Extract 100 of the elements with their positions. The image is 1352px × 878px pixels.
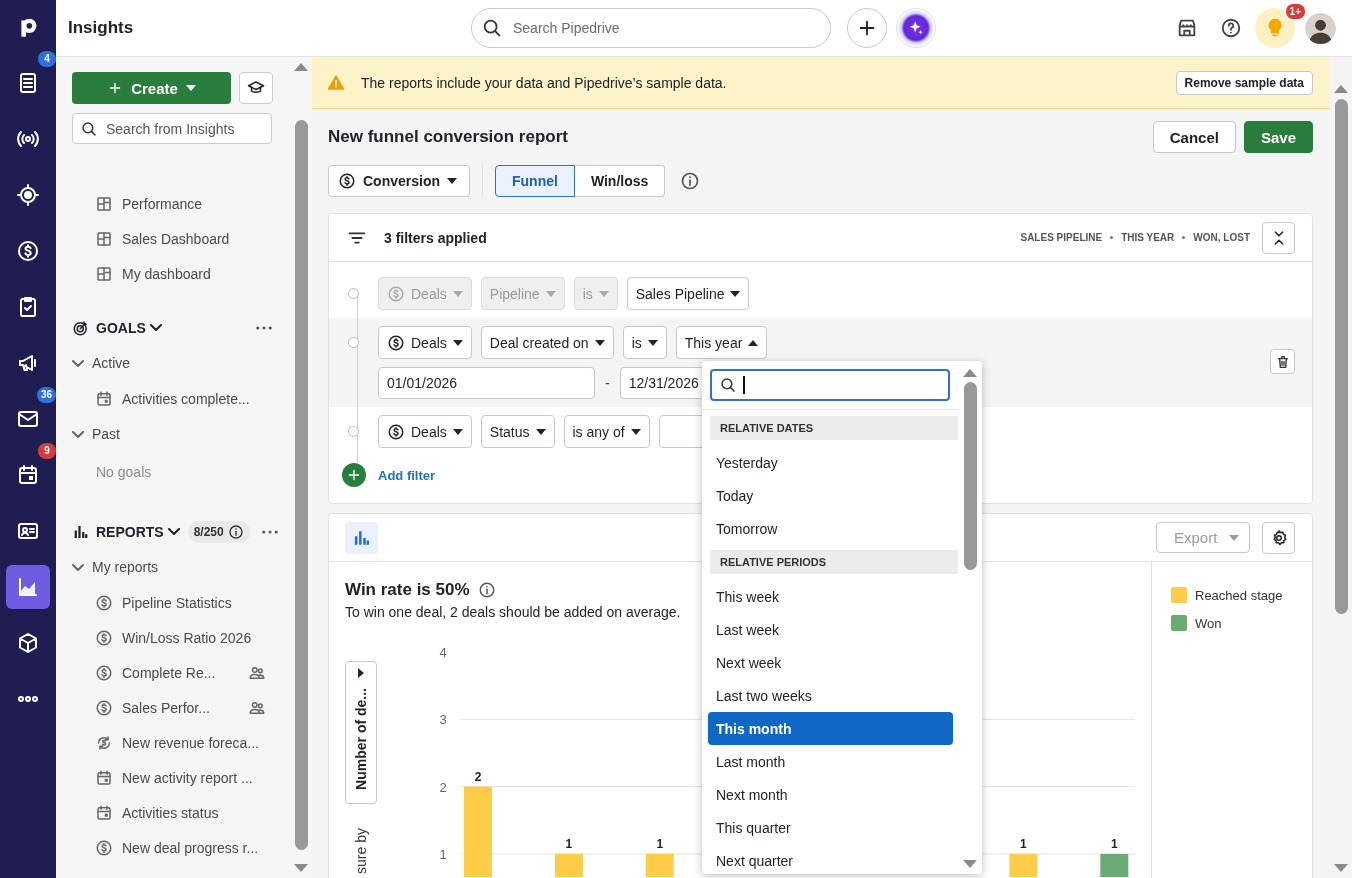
caret-icon [452,428,463,435]
timeline-node [348,288,359,299]
dollar-icon [387,422,405,441]
count-text: 8/250 [193,524,224,539]
measure-button[interactable]: Number of de... [345,661,377,804]
dropdown-select[interactable]: Deals [378,415,472,448]
scrollbar-thumb[interactable] [963,382,977,570]
delete-button[interactable] [1270,349,1295,374]
add-filter-link[interactable]: Add filter [378,467,436,483]
caret-icon [185,85,196,91]
crosshair-icon [16,183,40,207]
section-header: RELATIVE PERIODS [710,550,958,574]
cancel-button[interactable]: Cancel [1152,121,1236,153]
group-toggle[interactable]: Past [72,416,120,452]
profile-button[interactable] [1305,12,1336,44]
chevron-icon [72,359,84,367]
sidebar-item[interactable]: New revenue foreca... [72,725,274,760]
axis-tick: 2 [439,779,447,795]
empty-text: No goals [95,463,153,482]
date-field[interactable]: 01/01/2026 [378,367,595,399]
chart-icon [16,575,40,599]
nav-item[interactable] [6,565,50,609]
learn-button[interactable] [239,72,273,104]
sidebar-item[interactable]: Performance [72,186,274,221]
dropdown-select[interactable]: Sales Pipeline [626,277,750,310]
sidebar-item[interactable]: Sales Perfor... [72,690,274,725]
chevron-icon [72,563,84,571]
scrollbar-thumb[interactable] [294,120,308,850]
dollar-icon [338,172,356,190]
scroll-down-arrow[interactable] [1334,864,1348,872]
sidebar-item[interactable]: Win/Loss Ratio 2026 [72,620,274,655]
settings-button[interactable] [1262,521,1295,554]
info-icon [227,523,244,540]
report-type-select[interactable]: Conversion [328,165,470,197]
more-button[interactable] [256,325,272,330]
dropdown-option[interactable]: Today [708,479,953,512]
view-tab[interactable]: Win/loss [574,165,666,197]
notification-badge: 1+ [1283,2,1307,21]
search-field[interactable] [710,369,950,401]
collapse-button[interactable] [1262,221,1295,254]
scroll-down-arrow[interactable] [963,860,977,868]
caret-icon [748,339,759,346]
banner-text: The reports include your data and Pipedrive’s sample data. [361,74,727,91]
dashboard-icon [95,194,113,213]
dropdown-option[interactable]: This week [708,580,953,613]
sidebar-item[interactable]: Complete Re... [72,655,274,690]
search-icon [481,17,503,39]
sidebar-item[interactable]: My dashboard [72,256,274,291]
dropdown-option[interactable]: Last week [708,613,953,646]
data-label: 1 [656,836,664,851]
count-badge: 36 [36,387,56,403]
dropdown-select[interactable]: is any of [563,415,650,448]
timeline-node [348,426,359,437]
caret-icon [447,178,457,184]
section-toggle[interactable]: GOALS [96,319,162,336]
sidebar-item[interactable]: Sales Dashboard [72,221,274,256]
dropdown-option[interactable]: Last month [708,745,953,778]
dropdown-option[interactable]: Next week [708,646,953,679]
group-toggle[interactable]: Active [72,345,131,381]
search-icon [719,376,737,394]
dropdown-option[interactable]: This month [708,712,953,745]
scrollbar-thumb[interactable] [1334,99,1348,614]
group-toggle[interactable]: My reports [72,549,159,585]
more-button[interactable] [261,529,278,534]
warning-icon [327,73,345,92]
save-button[interactable]: Save [1243,121,1313,153]
view-tab[interactable]: Funnel [495,165,575,197]
info-icon [477,581,496,599]
dropdown-option[interactable]: Next month [708,778,953,811]
add-filter-button[interactable] [341,463,366,487]
data-label: 1 [1020,836,1027,851]
filter-summary: 3 filters applied [384,229,487,246]
sidebar-item[interactable]: Activities complete... [72,381,274,416]
ai-button[interactable] [896,8,936,48]
chart-type-button[interactable] [345,521,378,554]
search-field[interactable]: Search Pipedrive [471,8,831,48]
range-dash: - [605,375,610,391]
dropdown-select[interactable]: Status [480,415,555,448]
dropdown-select[interactable]: is [622,326,667,359]
section-toggle[interactable]: REPORTS [96,523,180,540]
dollar-icon [95,698,113,717]
data-label: 2 [474,769,482,784]
dropdown-select[interactable]: Deals [378,326,472,359]
dropdown-option[interactable]: Next quarter [708,844,953,874]
dropdown-option[interactable]: Yesterday [708,446,953,479]
sidebar-item[interactable]: Activities status [72,795,274,830]
dashboard-icon [95,264,113,283]
timeline-node [348,337,359,348]
caret-icon [358,668,364,678]
dropdown-select[interactable]: This year [675,326,768,359]
dropdown-option[interactable]: This quarter [708,811,953,844]
sidebar-item[interactable]: New deal progress r... [72,830,274,865]
sidebar-item[interactable]: New activity report ... [72,760,274,795]
dropdown-option[interactable]: Tomorrow [708,512,953,545]
dropdown-option[interactable]: Last two weeks [708,679,953,712]
create-button[interactable]: Create [72,72,231,104]
store-icon [1176,17,1198,39]
remove-sample-button[interactable]: Remove sample data [1175,70,1313,95]
sidebar-item[interactable]: Pipeline Statistics [72,585,274,620]
dropdown-select[interactable]: Deal created on [480,326,614,359]
